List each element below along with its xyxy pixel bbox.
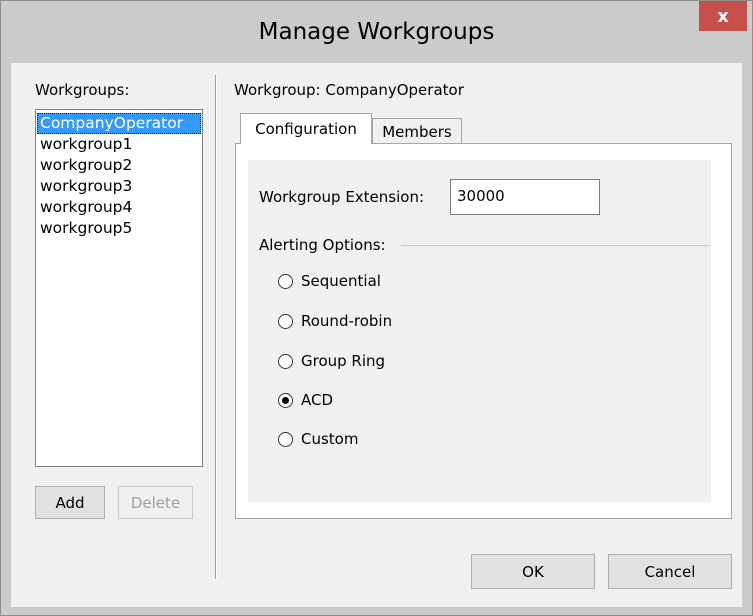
radio-round-robin[interactable]: Round-robin bbox=[278, 312, 392, 330]
radio-sequential[interactable]: Sequential bbox=[278, 272, 381, 290]
workgroups-label: Workgroups: bbox=[35, 81, 130, 99]
radio-group-ring[interactable]: Group Ring bbox=[278, 352, 385, 370]
radio-label: Group Ring bbox=[301, 352, 386, 370]
workgroup-header: Workgroup: CompanyOperator bbox=[234, 81, 464, 99]
configuration-group: Workgroup Extension: 30000 Alerting Opti… bbox=[248, 160, 711, 502]
dialog-body: Workgroups: CompanyOperator workgroup1 w… bbox=[11, 63, 742, 607]
list-item[interactable]: workgroup5 bbox=[37, 218, 201, 239]
dialog-title: Manage Workgroups bbox=[258, 19, 495, 45]
manage-workgroups-dialog: Manage Workgroups x Workgroups: CompanyO… bbox=[0, 0, 753, 616]
radio-circle-icon bbox=[278, 353, 293, 369]
radio-circle-icon bbox=[278, 431, 293, 447]
alerting-options-label: Alerting Options: bbox=[259, 236, 386, 254]
list-item[interactable]: workgroup1 bbox=[37, 134, 201, 155]
alerting-divider bbox=[401, 245, 710, 246]
add-button[interactable]: Add bbox=[35, 486, 105, 519]
ok-button[interactable]: OK bbox=[471, 554, 595, 589]
workgroups-listbox[interactable]: CompanyOperator workgroup1 workgroup2 wo… bbox=[35, 109, 203, 467]
list-item[interactable]: workgroup3 bbox=[37, 176, 201, 197]
tab-members[interactable]: Members bbox=[372, 118, 462, 144]
radio-checked-icon bbox=[278, 392, 293, 408]
extension-label: Workgroup Extension: bbox=[259, 188, 425, 206]
title-bar[interactable]: Manage Workgroups x bbox=[1, 1, 752, 63]
radio-label: Custom bbox=[301, 430, 359, 448]
list-item[interactable]: workgroup2 bbox=[37, 155, 201, 176]
delete-button[interactable]: Delete bbox=[118, 486, 193, 519]
close-button[interactable]: x bbox=[699, 1, 747, 31]
extension-input[interactable]: 30000 bbox=[450, 179, 600, 215]
radio-label: Sequential bbox=[301, 272, 381, 290]
list-item[interactable]: workgroup4 bbox=[37, 197, 201, 218]
radio-label: ACD bbox=[301, 391, 334, 409]
radio-acd[interactable]: ACD bbox=[278, 391, 333, 409]
vertical-separator bbox=[215, 75, 217, 579]
radio-circle-icon bbox=[278, 273, 293, 289]
configuration-panel: Workgroup Extension: 30000 Alerting Opti… bbox=[235, 143, 732, 519]
radio-circle-icon bbox=[278, 313, 293, 329]
radio-label: Round-robin bbox=[301, 312, 393, 330]
radio-custom[interactable]: Custom bbox=[278, 430, 358, 448]
close-icon: x bbox=[717, 5, 729, 27]
tab-configuration[interactable]: Configuration bbox=[240, 113, 372, 144]
cancel-button[interactable]: Cancel bbox=[608, 554, 732, 589]
list-item[interactable]: CompanyOperator bbox=[37, 113, 201, 134]
